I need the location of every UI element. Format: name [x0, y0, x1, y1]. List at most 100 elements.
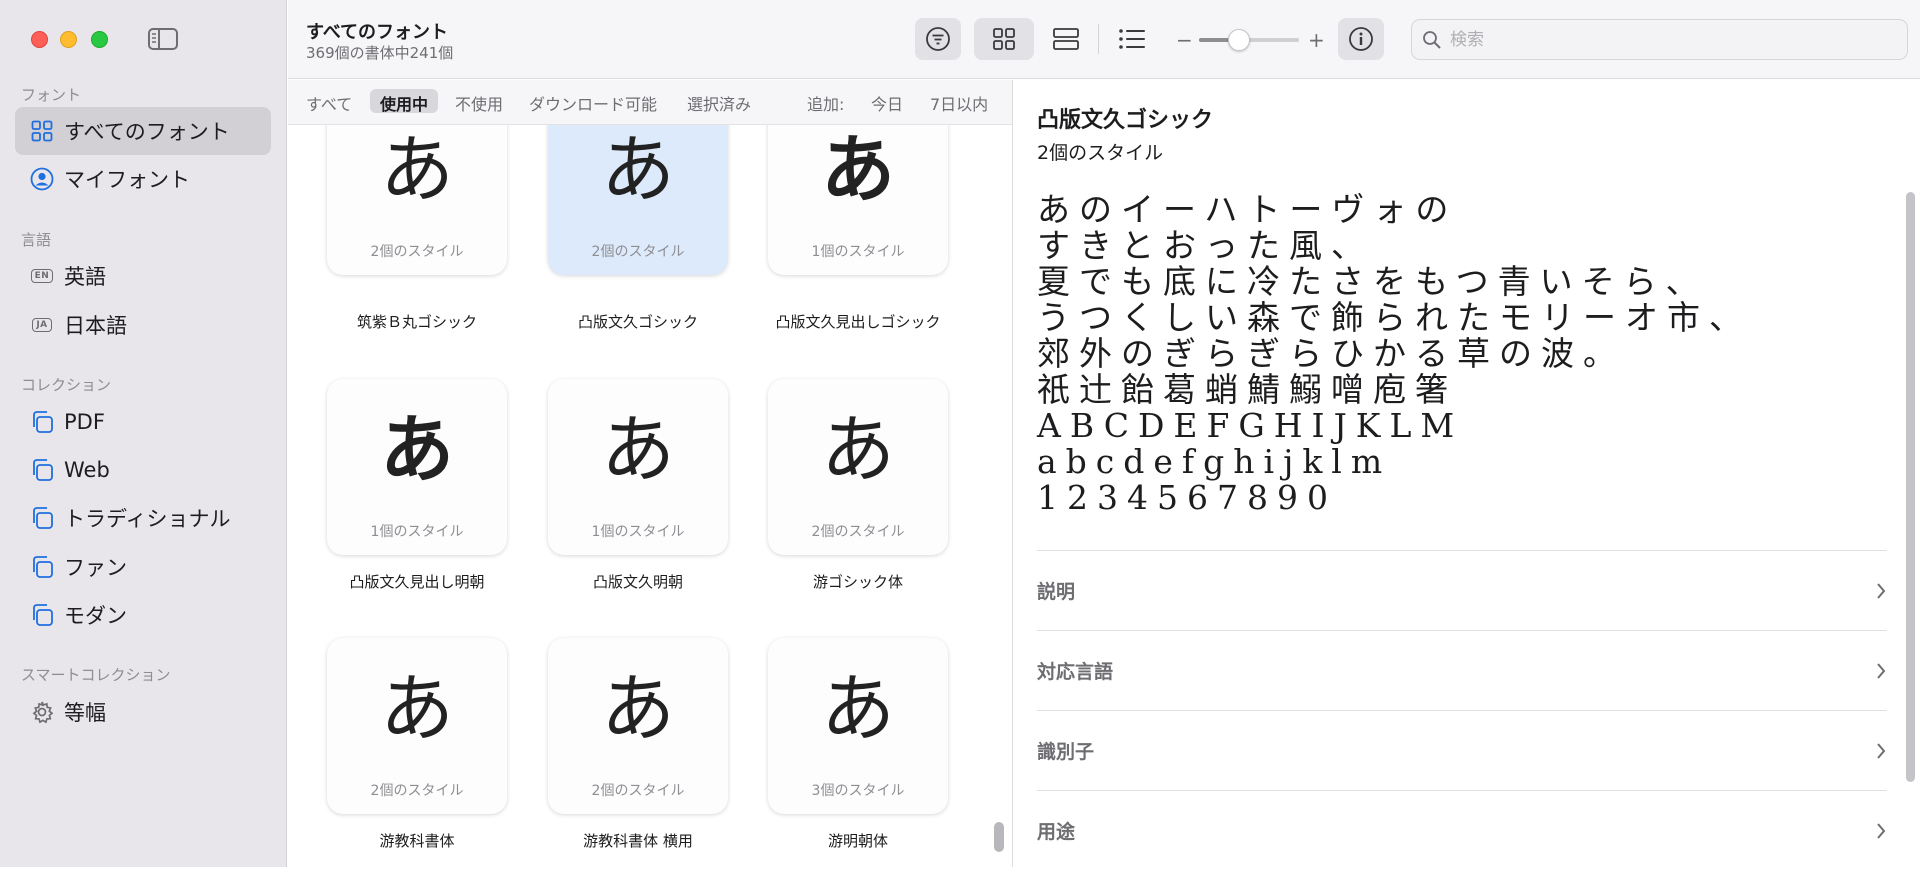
- font-style-count: 2個のスタイル: [370, 783, 464, 799]
- sample-line: 郊外のぎらぎらひかる草の波。: [1037, 334, 1625, 373]
- section-title-collections: コレクション: [21, 376, 112, 394]
- filter-downloadable[interactable]: ダウンロード可能: [519, 89, 667, 114]
- sample-line: ABCDEFGHIJKLM: [1037, 406, 1464, 445]
- font-style-count: 2個のスタイル: [370, 244, 464, 260]
- font-tile[interactable]: あ 1個のスタイル: [548, 379, 728, 555]
- filter-today[interactable]: 今日: [861, 89, 913, 114]
- filter-bar: すべて 使用中 不使用 ダウンロード可能 選択済み 追加: 今日 7日以内: [288, 80, 1012, 125]
- font-preview-glyph: あ: [601, 127, 675, 213]
- collection-icon: [28, 553, 56, 581]
- zoom-window-button[interactable]: [91, 31, 108, 48]
- sidebar-item-japanese[interactable]: JA 日本語: [15, 301, 271, 349]
- font-name: 游教科書体 横用: [583, 832, 693, 850]
- sidebar-item-web[interactable]: Web: [15, 446, 271, 494]
- slider-knob[interactable]: [1228, 29, 1250, 51]
- list-view-button[interactable]: [1103, 18, 1161, 60]
- sample-line: abcdefghijklm: [1037, 442, 1392, 481]
- sidebar-item-label: すべてのフォント: [64, 120, 230, 144]
- font-detail-style-count: 2個のスタイル: [1037, 142, 1164, 164]
- filter-not-in-use[interactable]: 不使用: [445, 89, 513, 114]
- collection-icon: [28, 408, 56, 436]
- minimize-window-button[interactable]: [60, 31, 77, 48]
- font-preview-glyph: あ: [601, 666, 675, 752]
- sidebar-item-pdf[interactable]: PDF: [15, 398, 271, 446]
- sidebar-item-label: PDF: [64, 410, 105, 434]
- sample-line: あのイーハトーヴォの: [1037, 190, 1458, 229]
- chevron-right-icon: [1877, 582, 1886, 599]
- chevron-right-icon: [1877, 742, 1886, 759]
- person-circle-icon: [28, 165, 56, 193]
- font-tile[interactable]: あ 1個のスタイル: [327, 379, 507, 555]
- font-tile[interactable]: あ 2個のスタイル: [768, 379, 948, 555]
- row-label: 対応言語: [1037, 661, 1114, 683]
- sidebar-item-label: モダン: [64, 604, 127, 628]
- font-sample-text: あのイーハトーヴォの すきとおった風、 夏でも底に冷たさをもつ青いそら、 うつく…: [1037, 192, 1897, 516]
- section-title-languages: 言語: [21, 231, 52, 249]
- sidebar-item-label: トラディショナル: [64, 507, 231, 531]
- detail-scrollbar[interactable]: [1906, 192, 1915, 782]
- font-tile[interactable]: あ 1個のスタイル: [768, 125, 948, 275]
- font-preview-glyph: あ: [380, 127, 454, 213]
- identifier-row[interactable]: 識別子: [1037, 710, 1887, 790]
- collection-icon: [28, 601, 56, 629]
- font-style-count: 2個のスタイル: [591, 244, 685, 260]
- font-name: 游ゴシック体: [812, 573, 903, 591]
- font-name: 凸版文久明朝: [592, 573, 683, 591]
- sample-line: 1234567890: [1037, 478, 1337, 517]
- info-button[interactable]: [1338, 18, 1384, 60]
- description-row[interactable]: 説明: [1037, 550, 1887, 630]
- sidebar-item-all-fonts[interactable]: すべてのフォント: [15, 107, 271, 155]
- font-grid: あ 2個のスタイル 筑紫Ｂ丸ゴシック あ 2個のスタイル 凸版文久ゴシック あ …: [288, 125, 1012, 867]
- sidebar-item-traditional[interactable]: トラディショナル: [15, 494, 271, 542]
- font-name: 游教科書体: [379, 832, 455, 850]
- font-preview-glyph: あ: [380, 666, 454, 752]
- row-label: 識別子: [1037, 741, 1095, 763]
- sidebar-toggle-icon[interactable]: [148, 28, 178, 50]
- sidebar-item-monospace[interactable]: 等幅: [15, 688, 271, 736]
- search-input[interactable]: [1450, 29, 1890, 50]
- close-window-button[interactable]: [31, 31, 48, 48]
- filter-within-7-days[interactable]: 7日以内: [920, 89, 998, 114]
- filter-in-use[interactable]: 使用中: [370, 89, 439, 114]
- usage-row[interactable]: 用途: [1037, 790, 1887, 870]
- window-subtitle: 369個の書体中241個: [306, 44, 454, 62]
- info-icon: [1349, 27, 1373, 51]
- sample-line: 夏でも底に冷たさをもつ青いそら、: [1037, 262, 1708, 301]
- font-name: 筑紫Ｂ丸ゴシック: [356, 313, 477, 331]
- grid-view-button[interactable]: [974, 18, 1034, 60]
- font-tile[interactable]: あ 2個のスタイル: [327, 125, 507, 275]
- search-icon: [1423, 30, 1441, 49]
- row-label: 説明: [1037, 581, 1076, 603]
- font-tile[interactable]: あ 3個のスタイル: [768, 638, 948, 814]
- search-field[interactable]: [1411, 19, 1908, 60]
- font-style-count: 1個のスタイル: [370, 524, 464, 540]
- filter-all[interactable]: すべて: [296, 89, 362, 114]
- sidebar-item-modern[interactable]: モダン: [15, 591, 271, 639]
- sample-line: うつくしい森で飾られたモリーオ市、: [1037, 298, 1751, 337]
- supported-languages-row[interactable]: 対応言語: [1037, 630, 1887, 710]
- language-badge-icon: JA: [28, 311, 56, 339]
- sidebar-item-my-fonts[interactable]: マイフォント: [15, 155, 271, 203]
- sidebar: フォント すべてのフォント マイフォント 言語 EN 英語 JA 日本語 コレク…: [0, 0, 287, 867]
- font-tile-selected[interactable]: あ 2個のスタイル: [548, 125, 728, 275]
- section-title-fonts: フォント: [21, 86, 82, 104]
- grid-scrollbar[interactable]: [994, 822, 1004, 852]
- font-name: 凸版文久ゴシック: [577, 313, 698, 331]
- sample-view-button[interactable]: [1036, 18, 1096, 60]
- gear-icon: [28, 698, 56, 726]
- preview-size-slider[interactable]: − +: [1176, 26, 1326, 54]
- font-preview-glyph: あ: [601, 407, 675, 493]
- font-style-count: 1個のスタイル: [811, 244, 905, 260]
- sidebar-item-fun[interactable]: ファン: [15, 543, 271, 591]
- filter-selected[interactable]: 選択済み: [677, 89, 761, 114]
- grid-icon: [28, 117, 56, 145]
- font-tile[interactable]: あ 2個のスタイル: [327, 638, 507, 814]
- font-tile[interactable]: あ 2個のスタイル: [548, 638, 728, 814]
- font-style-count: 2個のスタイル: [591, 783, 685, 799]
- filter-button[interactable]: [915, 18, 961, 60]
- font-name: 凸版文久見出しゴシック: [775, 313, 941, 331]
- slider-minus-label: −: [1176, 28, 1193, 52]
- sidebar-item-english[interactable]: EN 英語: [15, 252, 271, 300]
- filter-added-label: 追加:: [807, 95, 845, 114]
- collection-icon: [28, 504, 56, 532]
